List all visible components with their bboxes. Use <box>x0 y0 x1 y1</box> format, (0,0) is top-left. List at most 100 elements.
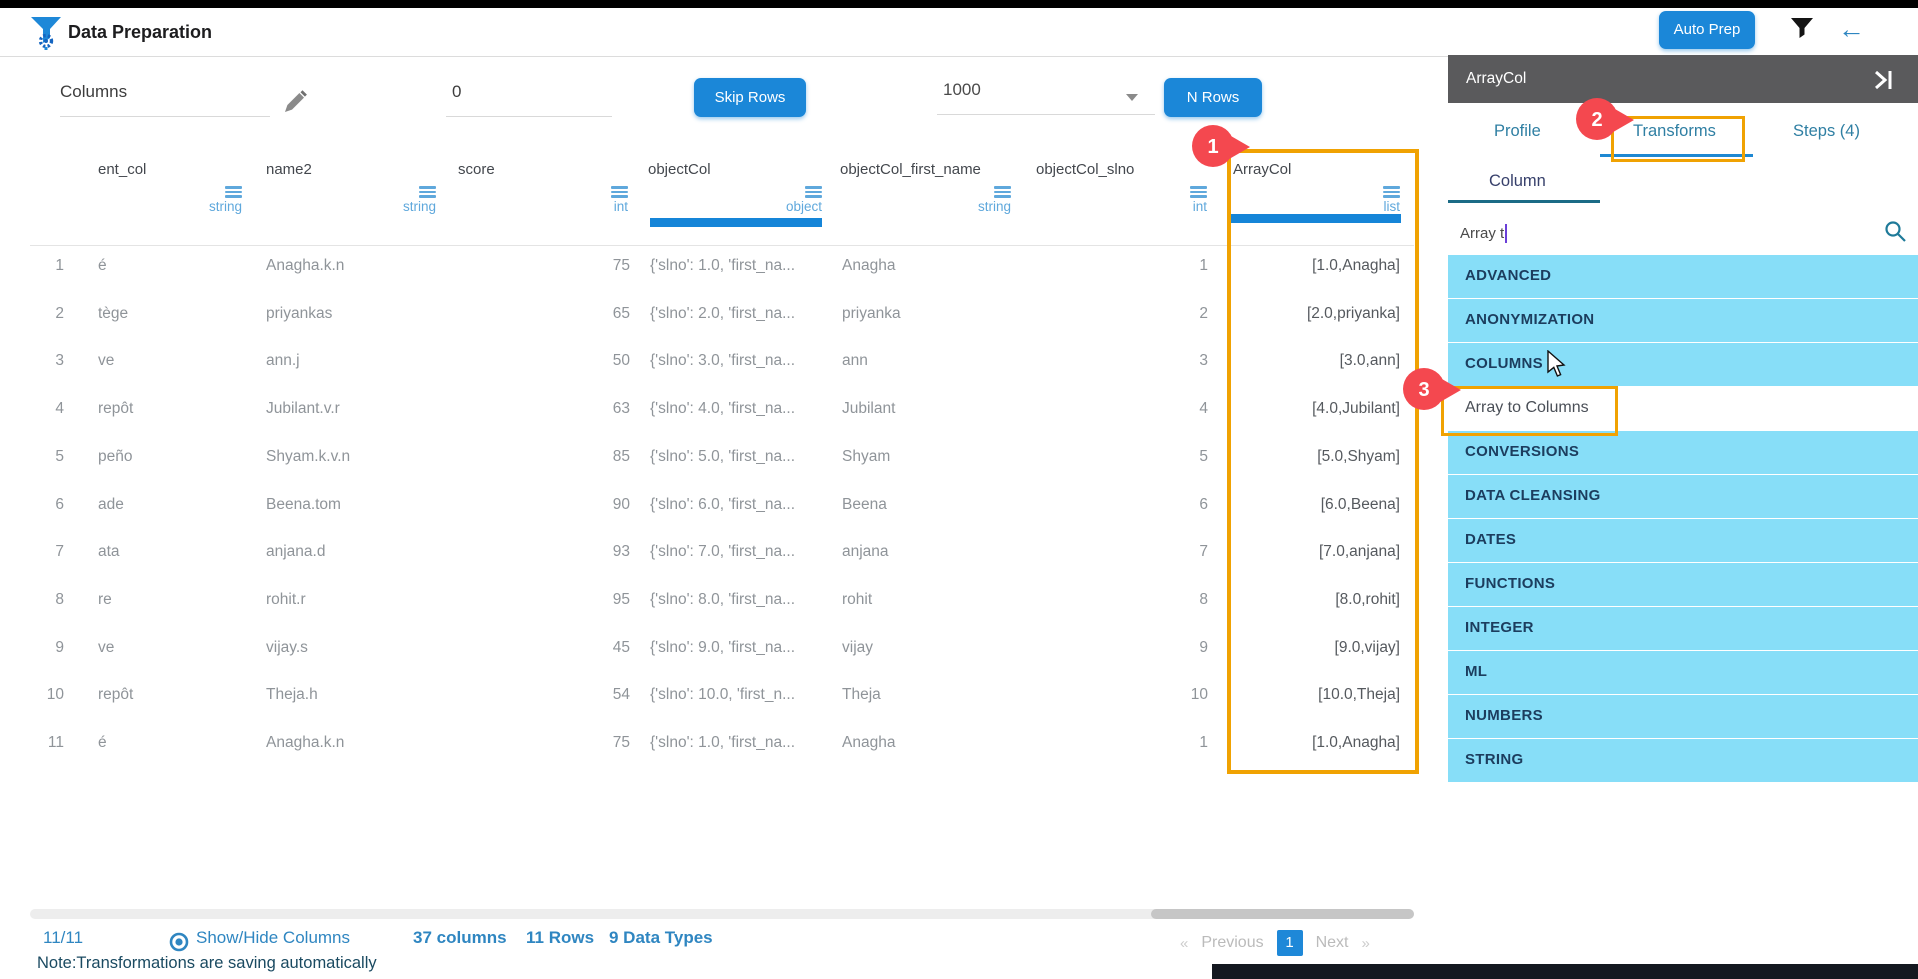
transform-category-label: ANONYMIZATION <box>1465 311 1595 328</box>
previous-page-button[interactable]: Previous <box>1201 934 1263 952</box>
skip-rows-input[interactable]: 0 <box>446 82 612 117</box>
row-number: 8 <box>55 590 64 608</box>
cell-objectcol: {'slno': 7.0, 'first_na... <box>650 543 796 561</box>
cell-objectcol: {'slno': 10.0, 'first_n... <box>650 686 796 704</box>
transform-category-item[interactable]: DATA CLEANSING <box>1448 475 1918 518</box>
cell-objectcol-first-name: Anagha <box>842 257 896 274</box>
show-hide-columns-link[interactable]: Show/Hide Columns <box>196 928 350 948</box>
transform-category-item[interactable]: NUMBERS <box>1448 695 1918 738</box>
column-menu-icon[interactable] <box>1190 186 1207 199</box>
auto-prep-button[interactable]: Auto Prep <box>1659 11 1755 49</box>
cell-arraycol: [4.0,Jubilant] <box>1312 400 1400 418</box>
app-header <box>0 8 1918 57</box>
cell-objectcol-first-name: priyanka <box>842 304 901 322</box>
table-row[interactable]: 5 peño Shyam.k.v.n 85 {'slno': 5.0, 'fir… <box>0 433 1414 481</box>
transform-category-item[interactable]: INTEGER <box>1448 607 1918 650</box>
column-menu-icon[interactable] <box>419 186 436 199</box>
search-icon[interactable] <box>1884 220 1908 244</box>
column-header-name2: name2 <box>266 161 312 178</box>
next-arrow-icon[interactable]: » <box>1362 935 1370 952</box>
cell-arraycol: [9.0,vijay] <box>1334 638 1400 656</box>
filter-icon[interactable] <box>1790 17 1814 41</box>
transform-category-item[interactable]: DATES <box>1448 519 1918 562</box>
column-menu-icon[interactable] <box>994 186 1011 199</box>
skip-rows-button[interactable]: Skip Rows <box>694 78 806 117</box>
cell-objectcol: {'slno': 5.0, 'first_na... <box>650 447 796 465</box>
cell-arraycol: [7.0,anjana] <box>1318 543 1400 561</box>
cell-ent-col: peño <box>98 447 133 465</box>
cell-arraycol: [1.0,Anagha] <box>1312 734 1400 751</box>
transform-category-item[interactable]: STRING <box>1448 739 1918 782</box>
table-row[interactable]: 6 ade Beena.tom 90 {'slno': 6.0, 'first_… <box>0 481 1414 529</box>
data-preparation-app: Data Preparation Auto Prep ← Columns 0 S… <box>0 0 1918 979</box>
table-row[interactable]: 1 é Anagha.k.n 75 {'slno': 1.0, 'first_n… <box>0 242 1414 290</box>
prev-arrow-icon[interactable]: « <box>1180 935 1188 952</box>
cell-objectcol-slno: 2 <box>1199 304 1208 322</box>
row-number: 9 <box>55 638 64 656</box>
tab-column[interactable]: Column <box>1489 172 1546 191</box>
tab-transforms[interactable]: Transforms <box>1633 122 1716 141</box>
table-row[interactable]: 8 re rohit.r 95 {'slno': 8.0, 'first_na.… <box>0 576 1414 624</box>
show-hide-eye-icon[interactable] <box>168 931 190 953</box>
cell-objectcol-slno: 4 <box>1199 400 1208 418</box>
column-menu-icon[interactable] <box>611 186 628 199</box>
collapse-panel-icon[interactable] <box>1872 69 1898 91</box>
column-header-arraycol: ArrayCol <box>1233 161 1292 178</box>
cell-score: 90 <box>612 495 630 513</box>
row-number: 1 <box>55 257 64 274</box>
cell-score: 85 <box>612 447 630 465</box>
transform-category-item[interactable]: CONVERSIONS <box>1448 431 1918 474</box>
tab-profile[interactable]: Profile <box>1494 122 1541 141</box>
search-value: Array t <box>1460 224 1505 242</box>
current-page-button[interactable]: 1 <box>1276 930 1303 956</box>
cell-objectcol-first-name: Theja <box>842 686 881 704</box>
table-row[interactable]: 11 é Anagha.k.n 75 {'slno': 1.0, 'first_… <box>0 719 1414 767</box>
cell-name2: Theja.h <box>266 686 318 704</box>
row-number: 6 <box>55 495 64 513</box>
table-row[interactable]: 2 tège priyankas 65 {'slno': 2.0, 'first… <box>0 290 1414 338</box>
column-header-ent-col: ent_col <box>98 161 147 178</box>
column-menu-icon[interactable] <box>1383 186 1400 199</box>
cell-ent-col: ve <box>98 352 115 370</box>
cell-objectcol-first-name: anjana <box>842 543 889 561</box>
tab-steps[interactable]: Steps (4) <box>1793 122 1860 141</box>
transform-category-label: DATES <box>1465 531 1517 548</box>
columns-input[interactable]: Columns <box>60 82 270 117</box>
sidebar-column-title: ArrayCol <box>1466 70 1527 87</box>
horizontal-scrollbar-thumb[interactable] <box>1151 909 1414 919</box>
transform-category-item[interactable]: Array to Columns <box>1448 387 1918 430</box>
next-page-button[interactable]: Next <box>1316 934 1349 952</box>
column-menu-icon[interactable] <box>225 186 242 199</box>
autosave-note: Note:Transformations are saving automati… <box>37 954 377 972</box>
cell-objectcol-slno: 1 <box>1199 734 1208 751</box>
table-row[interactable]: 3 ve ann.j 50 {'slno': 3.0, 'first_na...… <box>0 337 1414 385</box>
transform-category-item[interactable]: COLUMNS <box>1448 343 1918 386</box>
data-types-stat: 9 Data Types <box>609 928 713 947</box>
cell-name2: priyankas <box>266 304 333 322</box>
transform-category-item[interactable]: FUNCTIONS <box>1448 563 1918 606</box>
column-menu-icon[interactable] <box>805 186 822 199</box>
transform-search-input[interactable]: Array t <box>1460 220 1900 246</box>
page-title: Data Preparation <box>68 22 213 42</box>
top-black-strip <box>0 0 1918 8</box>
table-row[interactable]: 7 ata anjana.d 93 {'slno': 7.0, 'first_n… <box>0 528 1414 576</box>
table-row[interactable]: 10 repôt Theja.h 54 {'slno': 10.0, 'firs… <box>0 671 1414 719</box>
transform-category-item[interactable]: ADVANCED <box>1448 255 1918 298</box>
active-subtab-indicator <box>1448 200 1600 203</box>
edit-pencil-icon[interactable] <box>281 88 307 116</box>
column-profile-bar <box>1231 214 1401 223</box>
n-rows-button[interactable]: N Rows <box>1164 78 1262 117</box>
table-row[interactable]: 4 repôt Jubilant.v.r 63 {'slno': 4.0, 'f… <box>0 385 1414 433</box>
page-size-select[interactable]: 1000 <box>937 80 1155 115</box>
cell-arraycol: [8.0,rohit] <box>1335 590 1400 608</box>
rows-stat: 11 Rows <box>526 928 595 947</box>
svg-text:3: 3 <box>1418 379 1429 401</box>
table-row[interactable]: 9 ve vijay.s 45 {'slno': 9.0, 'first_na.… <box>0 624 1414 672</box>
cell-objectcol: {'slno': 1.0, 'first_na... <box>650 734 796 751</box>
cell-objectcol: {'slno': 2.0, 'first_na... <box>650 304 796 322</box>
row-number: 4 <box>55 400 64 418</box>
transform-category-item[interactable]: ANONYMIZATION <box>1448 299 1918 342</box>
transform-category-item[interactable]: ML <box>1448 651 1918 694</box>
row-number: 11 <box>47 734 64 751</box>
back-arrow-icon[interactable]: ← <box>1838 14 1865 45</box>
